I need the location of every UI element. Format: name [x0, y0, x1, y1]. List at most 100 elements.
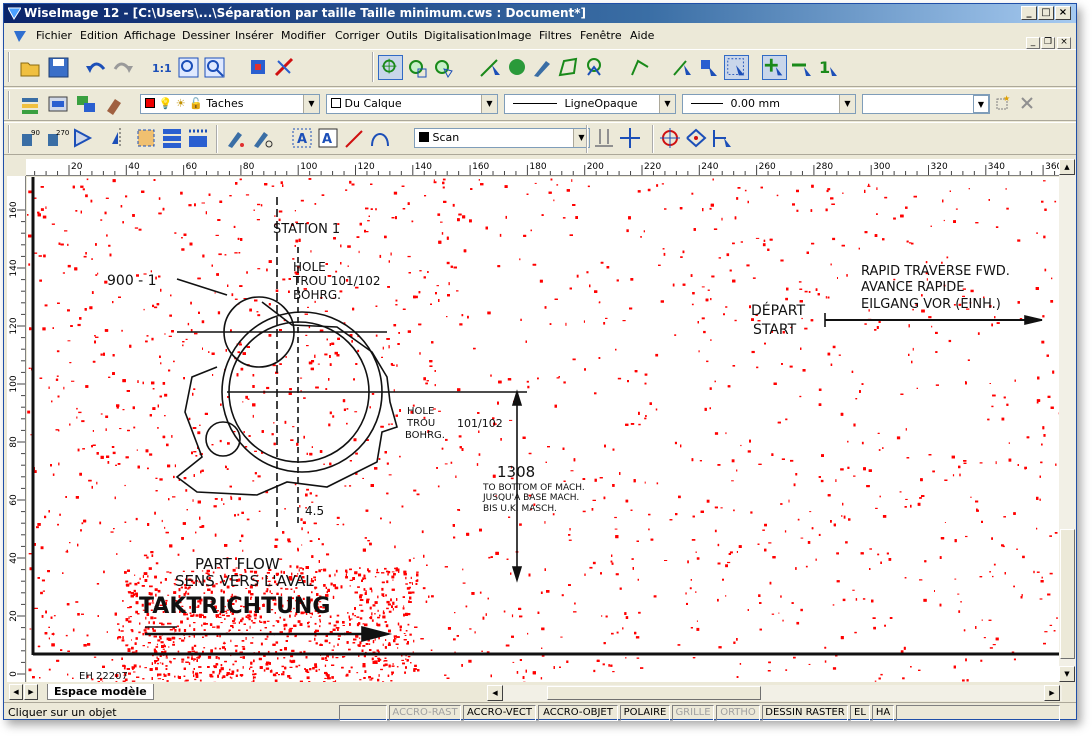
mdi-restore-button[interactable]: ❐ [1041, 37, 1055, 49]
speckle [343, 408, 346, 411]
chevron-down-icon[interactable]: ▼ [481, 95, 497, 113]
select-hatch-icon[interactable] [724, 55, 749, 80]
draw-curve-icon[interactable] [368, 126, 393, 151]
select-line-icon[interactable] [478, 55, 503, 80]
save-icon[interactable] [46, 55, 71, 80]
menu-image[interactable]: Image [497, 29, 531, 42]
open-folder-icon[interactable] [18, 55, 43, 80]
zoom-extents-icon[interactable] [202, 55, 227, 80]
zoom-window-icon[interactable] [176, 55, 201, 80]
menu-dessiner[interactable]: Dessiner [182, 29, 230, 42]
subtract-select-icon[interactable] [790, 55, 815, 80]
speckle [384, 235, 387, 239]
speckle [689, 587, 692, 590]
layer-combo[interactable]: 💡 ☀ 🔓 Taches ▼ [140, 94, 320, 114]
lineweight-combo[interactable]: 0.00 mm ▼ [682, 94, 856, 114]
despeckle-icon[interactable] [224, 126, 249, 151]
match-properties-icon[interactable] [102, 92, 127, 117]
new-item-icon[interactable]: ★ [994, 94, 1012, 112]
crosshair-icon[interactable] [618, 126, 643, 151]
resize-icon[interactable] [160, 126, 185, 151]
raster-grid-icon[interactable] [246, 55, 271, 80]
speckle [347, 245, 351, 248]
menu-inserer[interactable]: Insérer [235, 29, 273, 42]
chevron-down-icon[interactable]: ▼ [839, 95, 855, 113]
layer-manager-icon[interactable] [46, 92, 71, 117]
select-polyline-icon[interactable] [556, 55, 581, 80]
close-button[interactable]: × [1055, 6, 1071, 20]
select-window-icon[interactable] [404, 55, 429, 80]
draw-line-icon[interactable] [342, 126, 367, 151]
speckle [67, 243, 69, 246]
select-circle-icon[interactable] [582, 55, 607, 80]
brush-select-icon[interactable] [530, 55, 555, 80]
select-polygon-icon[interactable] [430, 55, 455, 80]
raster-mode-combo[interactable]: Scan ▼ [414, 128, 590, 148]
speckle [840, 412, 844, 416]
deskew-icon[interactable] [70, 126, 95, 151]
menu-aide[interactable]: Aide [630, 29, 654, 42]
raster-drawing[interactable]: STATION 1 900 - 1 HOLE TROU 101/102 BOHR… [27, 177, 1059, 682]
select-blob-icon[interactable] [504, 55, 529, 80]
speckle [706, 360, 709, 363]
select-hatch-2-icon[interactable] [710, 126, 735, 151]
snap-bottom-icon[interactable] [592, 126, 617, 151]
color-combo[interactable]: Du Calque ▼ [326, 94, 498, 114]
menu-edition[interactable]: Edition [80, 29, 118, 42]
text-edit-icon[interactable]: A [316, 126, 341, 151]
add-select-icon[interactable] [762, 55, 787, 80]
speckle [377, 678, 380, 682]
menu-outils[interactable]: Outils [386, 29, 418, 42]
drawing-canvas[interactable]: STATION 1 900 - 1 HOLE TROU 101/102 BOHR… [27, 177, 1059, 682]
chevron-down-icon[interactable]: ▼ [303, 95, 319, 113]
menu-filtres[interactable]: Filtres [539, 29, 572, 42]
speckle [633, 479, 636, 483]
speckle [28, 668, 32, 672]
target-icon[interactable] [658, 126, 683, 151]
document-icon[interactable] [13, 29, 27, 43]
layer-state-icon[interactable] [74, 92, 99, 117]
mirror-icon[interactable] [108, 126, 133, 151]
text-recognize-icon[interactable]: A [290, 126, 315, 151]
redo-icon[interactable] [110, 55, 135, 80]
maximize-button[interactable]: □ [1038, 6, 1054, 20]
rotate-270-icon[interactable]: 270 [44, 126, 69, 151]
plotstyle-combo[interactable]: ▼ [862, 94, 990, 114]
menu-fichier[interactable]: Fichier [36, 29, 72, 42]
erase-raster-icon[interactable] [272, 55, 297, 80]
pick-icon[interactable] [670, 55, 695, 80]
menu-modifier[interactable]: Modifier [281, 29, 325, 42]
speckle [333, 237, 336, 240]
chevron-down-icon[interactable]: ▼ [659, 95, 675, 113]
combine-icon[interactable] [186, 126, 211, 151]
speckle [622, 320, 626, 322]
single-select-icon[interactable]: 1 [816, 55, 841, 80]
minimize-button[interactable]: _ [1021, 6, 1037, 20]
zoom-1-1-icon[interactable]: 1:1 [150, 55, 175, 80]
speckle [239, 674, 244, 676]
speckle [490, 674, 492, 678]
menu-fenetre[interactable]: Fenêtre [580, 29, 622, 42]
delete-x-icon[interactable] [1018, 94, 1036, 112]
menu-digitalisation[interactable]: Digitalisation [424, 29, 496, 42]
undo-icon[interactable] [84, 55, 109, 80]
select-by-color-icon[interactable] [696, 55, 721, 80]
speckle [788, 499, 790, 503]
speckle [83, 519, 87, 523]
vectorize-icon[interactable] [684, 126, 709, 151]
linetype-combo[interactable]: LigneOpaque ▼ [504, 94, 676, 114]
speckle [203, 622, 206, 625]
chevron-down-icon[interactable]: ▼ [973, 95, 989, 113]
select-zoom-icon[interactable] [378, 55, 403, 80]
speckle [62, 272, 65, 274]
crop-icon[interactable] [134, 126, 159, 151]
fill-holes-icon[interactable] [250, 126, 275, 151]
layers-icon[interactable] [18, 92, 43, 117]
select-polyline-2-icon[interactable] [628, 55, 653, 80]
menu-affichage[interactable]: Affichage [124, 29, 176, 42]
speckle [407, 623, 410, 626]
mdi-minimize-button[interactable]: _ [1026, 37, 1040, 49]
menu-corriger[interactable]: Corriger [335, 29, 380, 42]
mdi-close-button[interactable]: × [1057, 37, 1071, 49]
rotate-90-icon[interactable]: 90 [18, 126, 43, 151]
